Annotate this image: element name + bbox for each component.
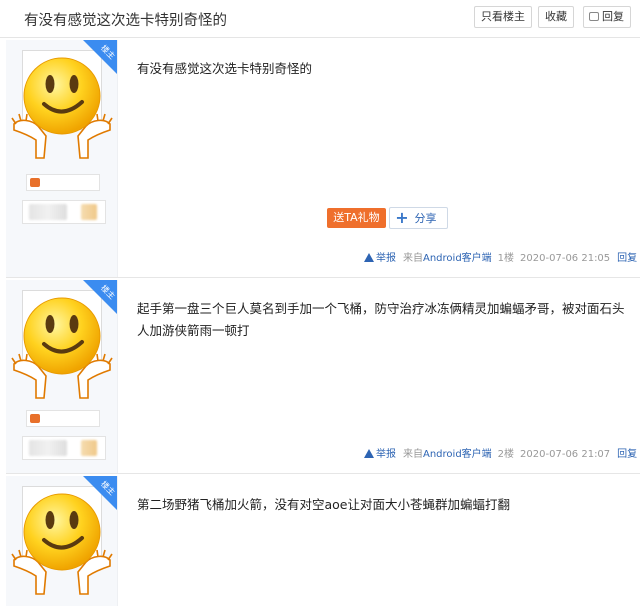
warning-triangle-icon: [364, 449, 374, 458]
owner-badge: 楼主: [83, 476, 117, 510]
source-link[interactable]: Android客户端: [423, 253, 492, 264]
post-meta: 举报 来自Android客户端 2楼 2020-07-06 21:07 回复: [364, 448, 637, 462]
floor-number: 2楼: [497, 449, 515, 460]
send-gift-button[interactable]: 送TA礼物: [327, 208, 386, 228]
source-prefix: 来自: [403, 253, 423, 264]
author-sidebar: 楼主: [6, 476, 118, 606]
user-badges: [22, 200, 106, 224]
share-label: 分享: [414, 212, 437, 225]
post-meta: 举报 来自Android客户端 1楼 2020-07-06 21:05 回复: [364, 252, 637, 266]
report-link[interactable]: 举报: [364, 449, 396, 460]
author-sidebar: 楼主: [6, 40, 118, 277]
source-link[interactable]: Android客户端: [423, 449, 492, 460]
post-content: 有没有感觉这次选卡特别奇怪的: [137, 61, 313, 76]
plus-icon: +: [395, 208, 409, 227]
reply-button[interactable]: 回复: [583, 6, 631, 28]
level-badge[interactable]: [26, 174, 100, 191]
level-icon: [30, 414, 40, 423]
comment-icon: [589, 12, 599, 21]
post-floor-3: 楼主 第二场野猪飞桶加火箭，没有对空aoe让对面大小苍蝇群加蝙蝠打翻: [6, 476, 640, 606]
post-floor-2: 楼主 起手第一盘三个巨人莫名到手加一个飞桶，防守治疗冰冻俩精灵加蝙蝠矛哥，被对面…: [6, 280, 640, 474]
level-icon: [30, 178, 40, 187]
reply-button-label: 回复: [602, 10, 624, 23]
report-link[interactable]: 举报: [364, 253, 396, 264]
report-label: 举报: [376, 253, 396, 264]
post-content: 第二场野猪飞桶加火箭，没有对空aoe让对面大小苍蝇群加蝙蝠打翻: [137, 497, 510, 512]
owner-badge: 楼主: [83, 280, 117, 314]
thread-header: 有没有感觉这次选卡特别奇怪的 只看楼主 收藏 回复: [0, 0, 640, 38]
thread-title: 有没有感觉这次选卡特别奇怪的: [24, 13, 227, 29]
report-label: 举报: [376, 449, 396, 460]
level-badge[interactable]: [26, 410, 100, 427]
post-time: 2020-07-06 21:05: [520, 253, 611, 264]
source-prefix: 来自: [403, 449, 423, 460]
only-owner-button[interactable]: 只看楼主: [474, 6, 532, 28]
reply-link[interactable]: 回复: [617, 449, 637, 460]
owner-badge: 楼主: [83, 40, 117, 74]
post-time: 2020-07-06 21:07: [520, 449, 611, 460]
user-badges: [22, 436, 106, 460]
favorite-button[interactable]: 收藏: [538, 6, 574, 28]
author-sidebar: 楼主: [6, 280, 118, 473]
share-button[interactable]: + 分享: [389, 207, 448, 229]
floor-number: 1楼: [497, 253, 515, 264]
reply-link[interactable]: 回复: [617, 253, 637, 264]
warning-triangle-icon: [364, 253, 374, 262]
post-content: 起手第一盘三个巨人莫名到手加一个飞桶，防守治疗冰冻俩精灵加蝙蝠矛哥，被对面石头人…: [137, 301, 625, 338]
post-floor-1: 楼主 有没有感觉这次选卡特别奇怪的 送TA礼物 + 分享 举报 来自Android…: [6, 40, 640, 278]
